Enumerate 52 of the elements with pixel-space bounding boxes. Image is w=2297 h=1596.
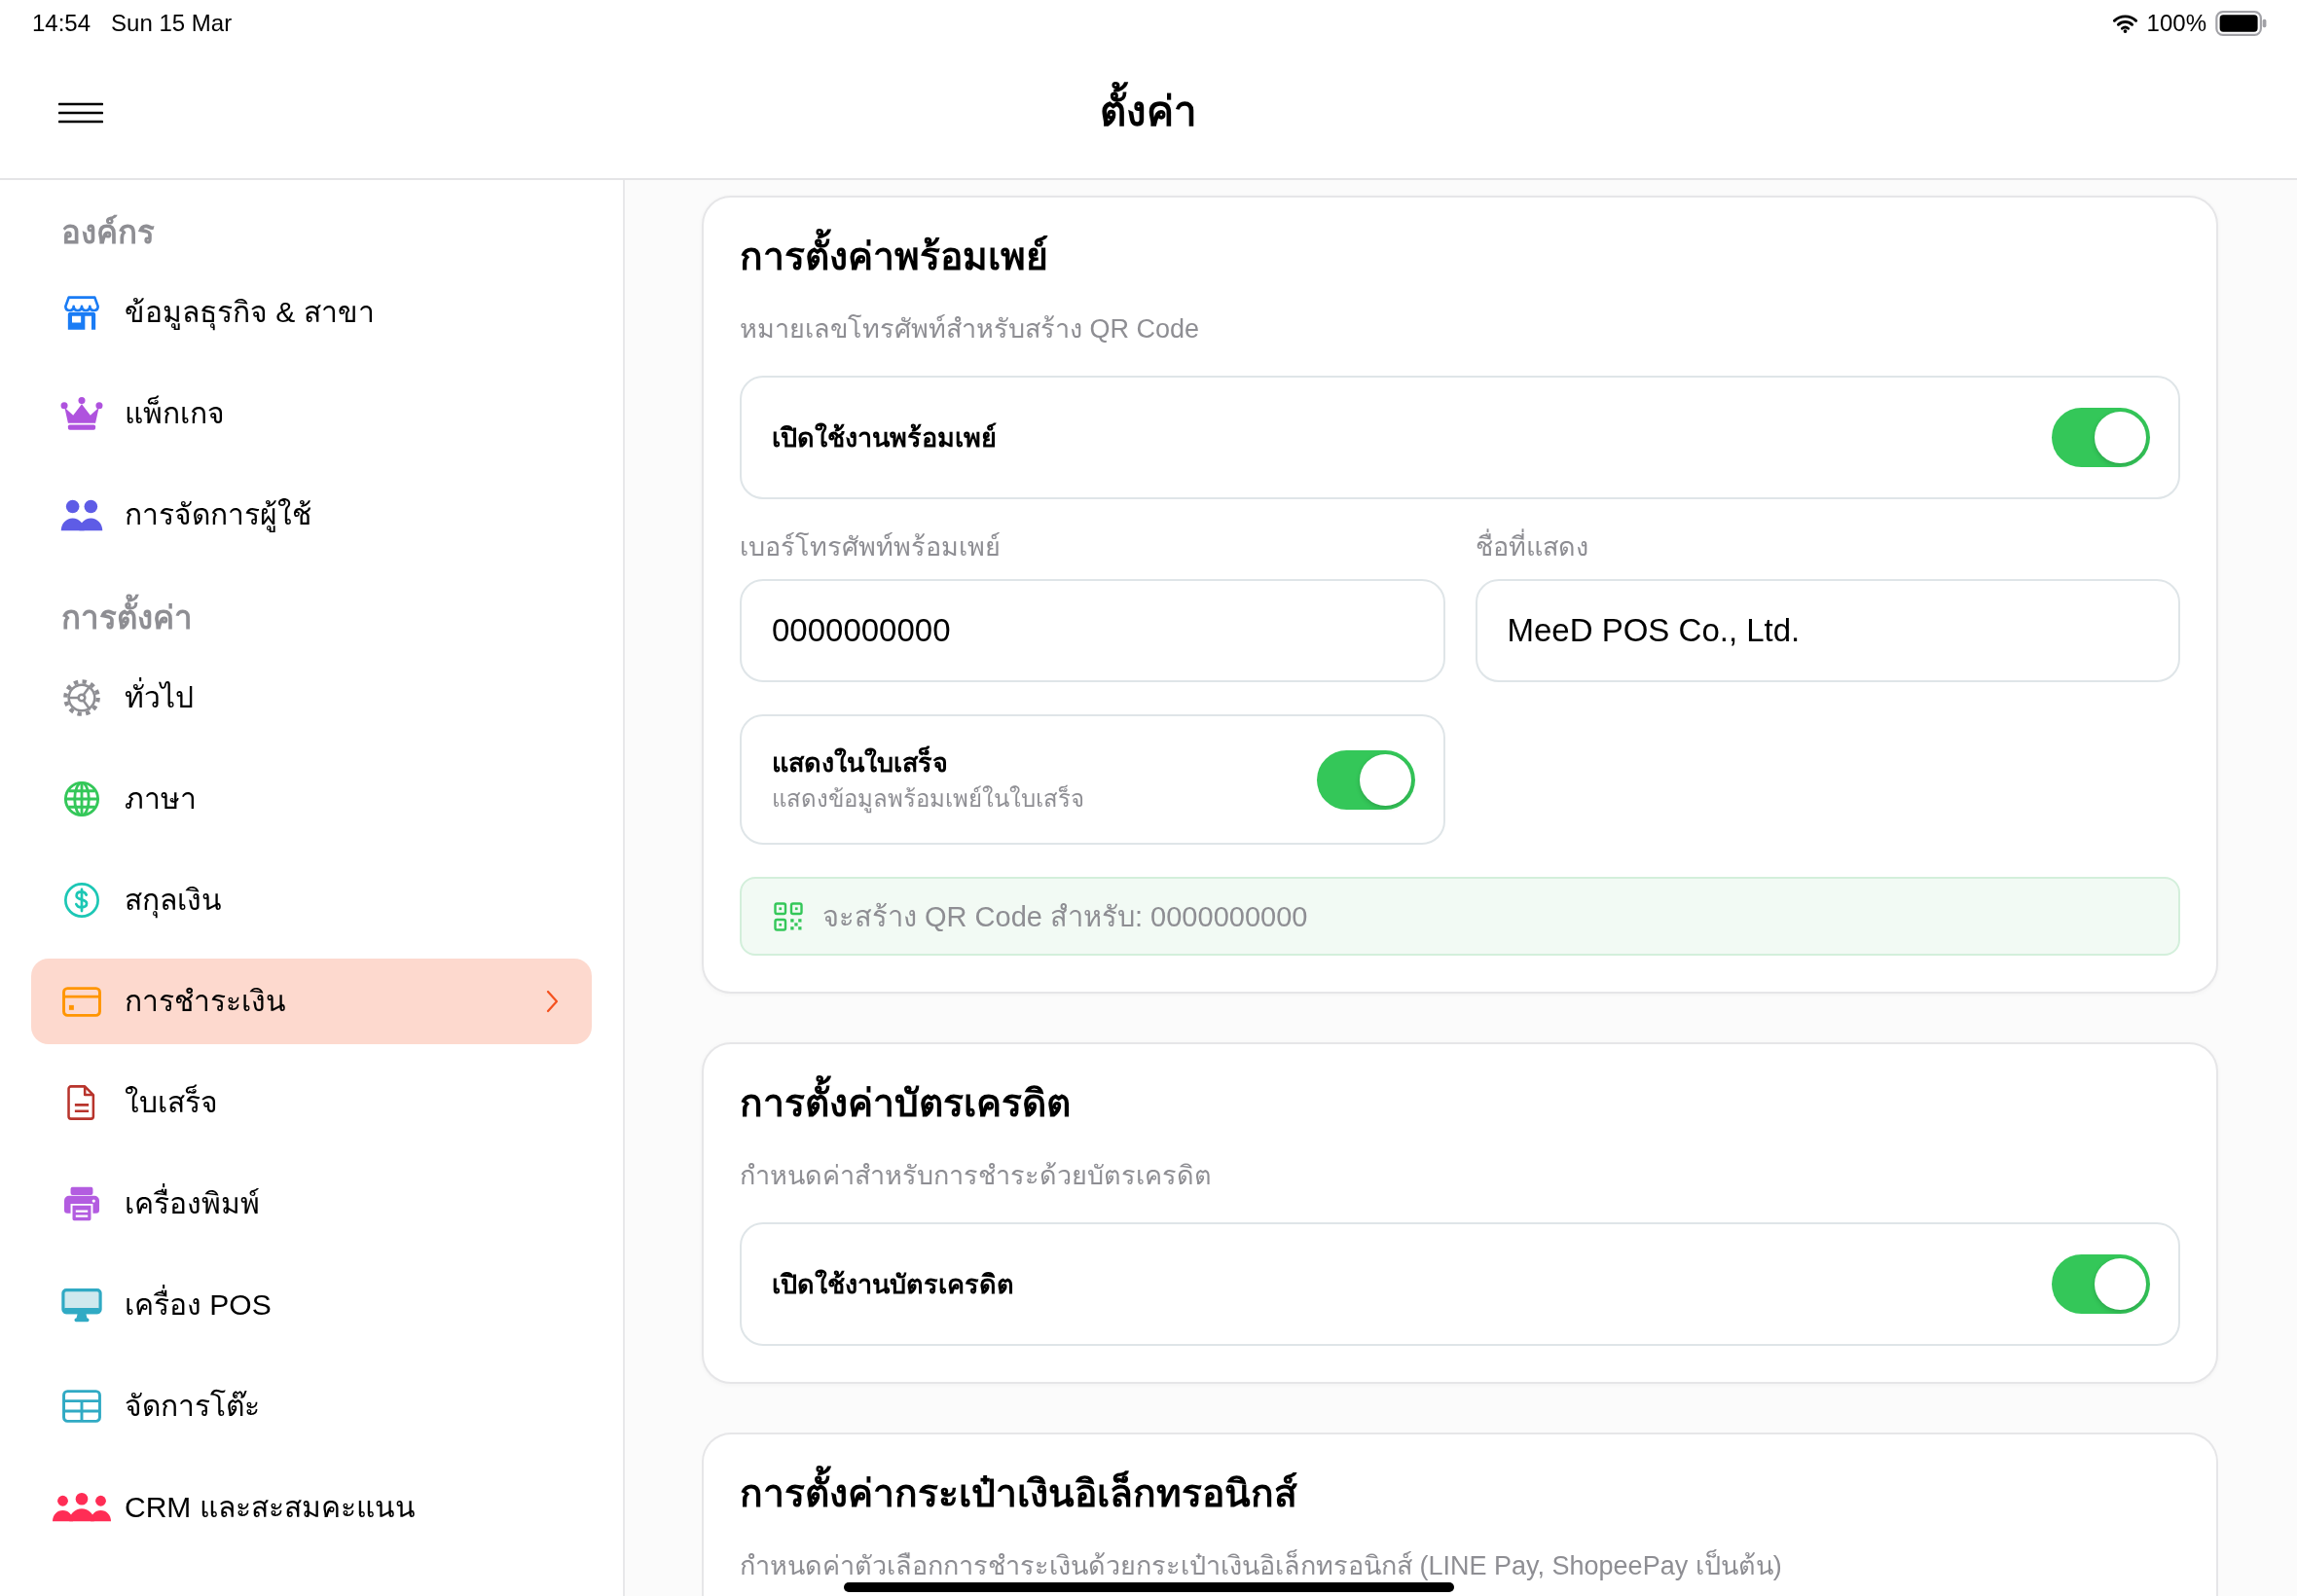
sidebar-item[interactable]: การจัดการผู้ใช้ bbox=[31, 472, 592, 558]
sidebar-item[interactable]: เครื่องพิมพ์ bbox=[31, 1161, 592, 1247]
credit-card-icon bbox=[62, 986, 101, 1017]
card-title: การตั้งค่าพร้อมเพย์ bbox=[740, 230, 1048, 284]
document-icon bbox=[66, 1084, 97, 1121]
card-title: การตั้งค่าบัตรเครดิต bbox=[740, 1076, 1071, 1131]
card-subtitle: กำหนดค่าสำหรับการชำระด้วยบัตรเครดิต bbox=[740, 1160, 1212, 1192]
sidebar-item[interactable]: CRM และสะสมคะแนน bbox=[31, 1465, 592, 1550]
chevron-right-icon bbox=[546, 990, 559, 1013]
sidebar-item[interactable]: เครื่อง POS bbox=[31, 1262, 592, 1348]
crown-icon bbox=[60, 396, 103, 431]
store-icon bbox=[62, 294, 101, 331]
printer-icon bbox=[62, 1186, 101, 1221]
people-icon bbox=[59, 498, 104, 531]
sidebar-item[interactable]: แพ็กเกจ bbox=[31, 371, 592, 456]
sidebar-item[interactable]: จัดการโต๊ะ bbox=[31, 1363, 592, 1449]
sidebar-item[interactable]: ข้อมูลธุรกิจ & สาขา bbox=[31, 270, 592, 355]
text-field[interactable]: 0000000000 bbox=[740, 579, 1445, 682]
dollar-icon bbox=[63, 882, 100, 919]
sidebar-section-title: การตั้งค่า bbox=[61, 593, 193, 643]
setting-label: เปิดใช้งานบัตรเครดิต bbox=[772, 1268, 1014, 1301]
setting-label: เปิดใช้งานพร้อมเพย์ bbox=[772, 421, 997, 454]
battery-percent: 100% bbox=[2146, 9, 2206, 38]
text-field[interactable]: MeeD POS Co., Ltd. bbox=[1475, 579, 2180, 682]
menu-icon[interactable] bbox=[58, 101, 103, 124]
sidebar-item[interactable]: ทั่วไป bbox=[31, 655, 592, 741]
sidebar-item[interactable]: ภาษา bbox=[31, 756, 592, 842]
monitor-icon bbox=[61, 1288, 102, 1323]
qr-code-icon bbox=[774, 901, 803, 931]
people-group-icon bbox=[52, 1493, 112, 1522]
wifi-icon bbox=[2111, 14, 2138, 33]
sidebar-item[interactable]: ใบเสร็จ bbox=[31, 1060, 592, 1145]
card-subtitle: หมายเลขโทรศัพท์สำหรับสร้าง QR Code bbox=[740, 313, 1200, 345]
table-icon bbox=[62, 1390, 101, 1423]
battery-icon bbox=[2215, 11, 2268, 36]
card-subtitle: กำหนดค่าตัวเลือกการชำระเงินด้วยกระเป๋าเงินอิเล็กทรอนิกส์ (LINE Pay, ShopeePay เป็นต้น) bbox=[740, 1548, 1782, 1582]
toggle-switch[interactable] bbox=[2052, 1254, 2150, 1314]
sidebar-item[interactable]: สกุลเงิน bbox=[31, 857, 592, 943]
sidebar-section-title: องค์กร bbox=[61, 213, 155, 252]
card-title: การตั้งค่ากระเป๋าเงินอิเล็กทรอนิกส์ bbox=[740, 1467, 1297, 1521]
gear-icon bbox=[62, 678, 101, 717]
setting-description: แสดงข้อมูลพร้อมเพย์ในใบเสร็จ bbox=[772, 783, 1084, 816]
setting-label: แสดงในใบเสร็จ bbox=[772, 744, 948, 782]
status-time: 14:54 bbox=[32, 9, 91, 38]
field-label: เบอร์โทรศัพท์พร้อมเพย์ bbox=[740, 531, 1001, 563]
info-text: จะสร้าง QR Code สำหรับ: 0000000000 bbox=[822, 899, 1308, 934]
toggle-switch[interactable] bbox=[1316, 749, 1415, 810]
field-label: ชื่อที่แสดง bbox=[1475, 527, 1588, 566]
status-date: Sun 15 Mar bbox=[111, 9, 233, 38]
toggle-switch[interactable] bbox=[2052, 408, 2150, 467]
globe-icon bbox=[63, 780, 100, 817]
sidebar-item[interactable]: การชำระเงิน bbox=[31, 959, 592, 1044]
